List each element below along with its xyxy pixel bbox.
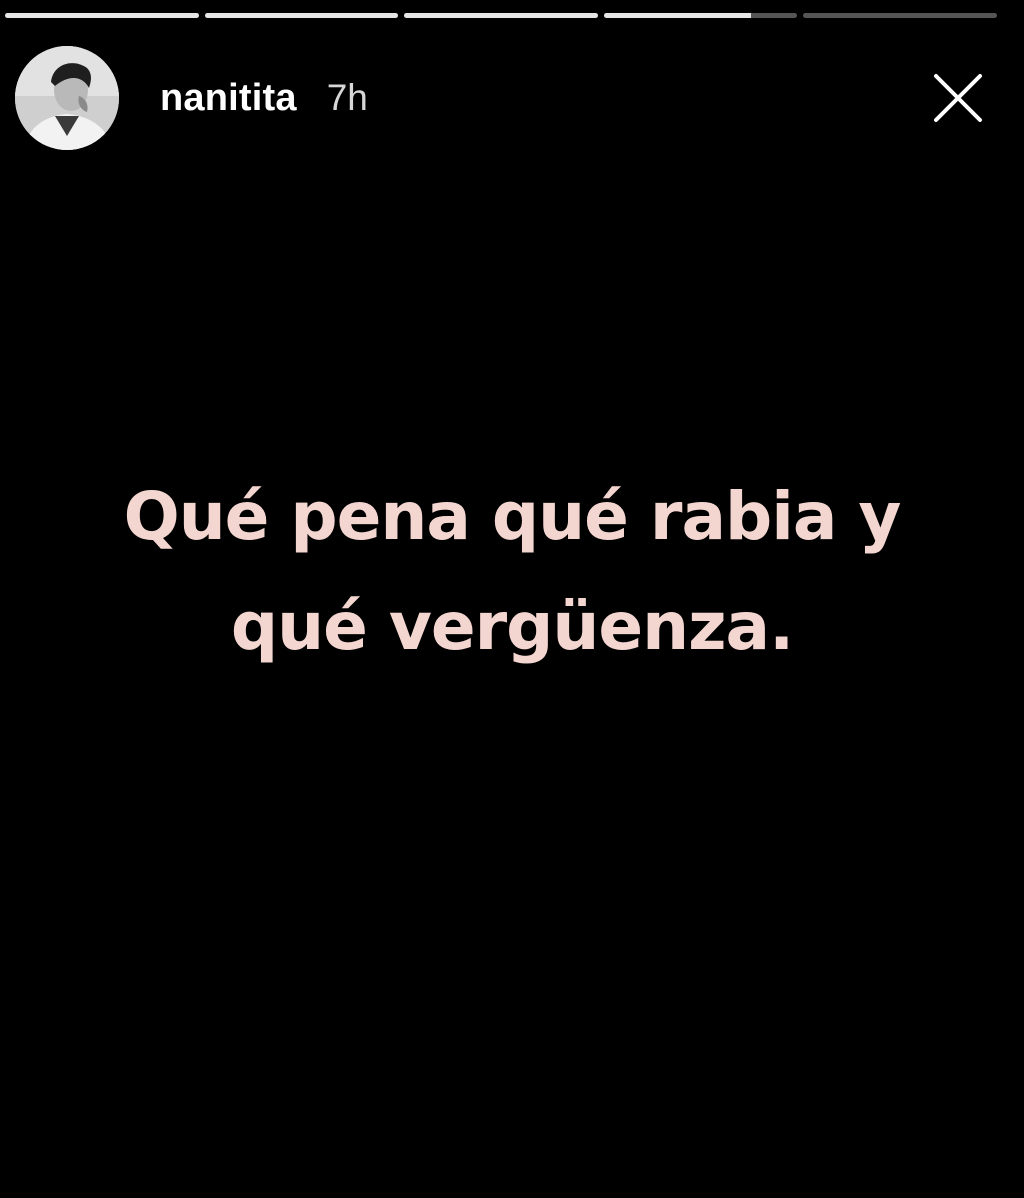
progress-fill — [404, 13, 598, 18]
timestamp: 7h — [326, 77, 368, 118]
progress-fill — [5, 13, 199, 18]
progress-segment — [603, 13, 798, 18]
username[interactable]: nanitita — [160, 77, 297, 120]
story-progress-bars — [5, 13, 997, 18]
close-button[interactable] — [928, 68, 988, 128]
progress-segment — [404, 13, 598, 18]
progress-segment — [204, 13, 399, 18]
story-text: Qué pena qué rabia y qué vergüenza. — [123, 478, 902, 665]
progress-fill — [603, 13, 751, 18]
progress-segment — [803, 13, 997, 18]
profile-photo-icon — [15, 46, 119, 150]
close-icon — [934, 74, 982, 122]
avatar[interactable] — [15, 46, 119, 150]
progress-fill — [204, 13, 399, 18]
story-content: Qué pena qué rabia y qué vergüenza. — [0, 462, 1024, 682]
progress-segment — [5, 13, 199, 18]
story-header: nanitita 7h — [15, 46, 988, 150]
